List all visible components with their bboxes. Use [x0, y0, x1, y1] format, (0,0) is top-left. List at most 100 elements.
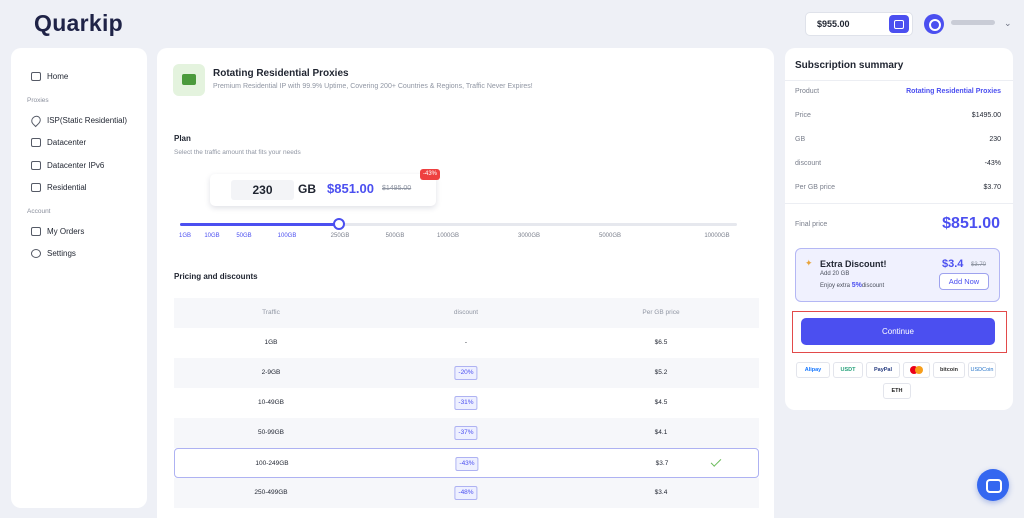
plan-subheading: Select the traffic amount that fits your… — [174, 149, 301, 156]
discount-cell: -43% — [455, 449, 479, 479]
extra-discount-line2: Enjoy extra 5%discount — [820, 282, 885, 289]
discount-cell: -20% — [454, 358, 478, 388]
alipay-logo: Alipay — [796, 362, 830, 378]
chevron-down-icon[interactable]: ⌄ — [1004, 18, 1012, 29]
monitor-icon — [31, 161, 41, 170]
chat-support-icon[interactable] — [977, 469, 1009, 501]
per-gb-price-cell: $5.2 — [654, 369, 668, 376]
table-row[interactable]: 250-499GB -48% $3.4 — [174, 478, 759, 508]
extra-discount-title: Extra Discount! — [820, 259, 887, 269]
col-traffic: Traffic — [262, 309, 280, 316]
slider-tick-label[interactable]: 10GB — [204, 233, 219, 239]
slider-tick-label[interactable]: 5000GB — [599, 233, 621, 239]
summary-per-gb: Per GB price $3.70 — [795, 184, 1001, 191]
discount-cell: -37% — [454, 418, 478, 448]
traffic-cell: 2-9GB — [261, 369, 281, 376]
add-now-button[interactable]: Add Now — [939, 273, 989, 290]
col-discount: discount — [453, 309, 479, 316]
paypal-logo: PayPal — [866, 362, 900, 378]
slider-tick-label[interactable]: 100GB — [278, 233, 297, 239]
slider-tick-label[interactable]: 10000GB — [704, 233, 729, 239]
slider-tick-label[interactable]: 1000GB — [437, 233, 459, 239]
summary-price: Price $1495.00 — [795, 112, 1001, 119]
gb-amount-input[interactable]: 230 — [231, 180, 294, 200]
slider-tick-label[interactable]: 1GB — [179, 233, 191, 239]
extra-discount-old-price: $3.70 — [971, 262, 987, 268]
mastercard-logo — [903, 362, 930, 378]
location-pin-icon — [29, 113, 43, 128]
extra-discount-price: $3.4 — [942, 258, 964, 270]
table-row[interactable]: 2-9GB -20% $5.2 — [174, 358, 759, 388]
plan-heading: Plan — [174, 134, 191, 143]
col-price: Per GB price — [642, 309, 680, 316]
sidebar-item-datacenter-ipv6[interactable]: Datacenter IPv6 — [31, 161, 104, 170]
gear-icon — [31, 249, 41, 258]
pricing-heading: Pricing and discounts — [174, 272, 258, 281]
table-row[interactable]: 10-49GB -31% $4.5 — [174, 388, 759, 418]
per-gb-price-cell: $3.7 — [655, 460, 669, 467]
page-subtitle: Premium Residential IP with 99.9% Uptime… — [213, 83, 533, 90]
plan-old-price: $1495.00 — [382, 185, 412, 192]
eth-logo: ETH — [883, 383, 911, 399]
traffic-slider-fill — [180, 223, 339, 226]
home-icon — [31, 72, 41, 81]
final-price-label: Final price — [795, 221, 828, 228]
username-blurred[interactable] — [951, 20, 995, 25]
party-icon: ✦ — [805, 258, 813, 268]
discount-tag: -48% — [454, 486, 478, 500]
slider-tick-label[interactable]: 250GB — [331, 233, 350, 239]
traffic-cell: 50-99GB — [257, 429, 285, 436]
extra-discount-line1: Add 20 GB — [820, 271, 850, 277]
final-price-value: $851.00 — [942, 215, 1000, 232]
traffic-cell: 10-49GB — [257, 399, 285, 406]
gb-unit: GB — [298, 182, 316, 196]
discount-cell: -48% — [454, 478, 478, 508]
server-icon — [31, 138, 41, 147]
subscription-summary: Subscription summary Product Rotating Res… — [785, 48, 1013, 410]
summary-gb: GB 230 — [795, 136, 1001, 143]
pricing-table: Traffic discount Per GB price 1GB - $6.5 2-… — [174, 298, 759, 508]
continue-button[interactable]: Continue — [801, 318, 995, 345]
check-icon — [710, 456, 722, 467]
sidebar-item-orders[interactable]: My Orders — [31, 227, 84, 236]
traffic-cell: 1GB — [264, 339, 278, 346]
sidebar-item-residential[interactable]: Residential — [31, 183, 87, 192]
plan-price: $851.00 — [327, 181, 374, 196]
quarkip-logo[interactable]: Quarkip — [34, 10, 123, 37]
summary-product: Product Rotating Residential Proxies — [795, 88, 1001, 95]
traffic-slider-handle[interactable] — [333, 218, 345, 230]
sidebar-item-settings[interactable]: Settings — [31, 249, 76, 258]
slider-tick-label[interactable]: 50GB — [236, 233, 251, 239]
summary-title: Subscription summary — [795, 60, 904, 71]
wallet-icon[interactable] — [889, 15, 909, 33]
main-panel: Rotating Residential Proxies Premium Res… — [157, 48, 774, 518]
per-gb-price-cell: $4.1 — [654, 429, 668, 436]
discount-cell: -31% — [454, 388, 478, 418]
sidebar-item-isp[interactable]: ISP(Static Residential) — [29, 113, 127, 128]
traffic-slider-track[interactable] — [180, 223, 737, 226]
traffic-cell: 250-499GB — [254, 489, 288, 496]
sidebar-item-datacenter[interactable]: Datacenter — [31, 138, 86, 147]
plan-selection-card: 230 GB $851.00 $1495.00 — [210, 174, 436, 206]
bitcoin-logo: bitcoin — [933, 362, 965, 378]
table-row[interactable]: 1GB - $6.5 — [174, 328, 759, 358]
continue-highlight: Continue — [792, 311, 1007, 353]
extra-discount-card: ✦ Extra Discount! Add 20 GB Enjoy extra … — [795, 248, 1000, 302]
sidebar-section-account: Account — [27, 208, 51, 215]
per-gb-price-cell: $6.5 — [654, 339, 668, 346]
per-gb-price-cell: $3.4 — [654, 489, 668, 496]
slider-tick-label[interactable]: 500GB — [386, 233, 405, 239]
slider-tick-label[interactable]: 3000GB — [518, 233, 540, 239]
discount-tag: -43% — [455, 457, 479, 471]
sidebar: Home Proxies ISP(Static Residential) Dat… — [11, 48, 147, 508]
avatar[interactable] — [924, 14, 944, 34]
discount-tag: -20% — [454, 366, 478, 380]
residential-icon — [31, 183, 41, 192]
divider — [785, 80, 1013, 81]
usdcoin-logo: USDCoin — [968, 362, 996, 378]
discount-cell: - — [464, 339, 468, 346]
table-row[interactable]: 50-99GB -37% $4.1 — [174, 418, 759, 448]
balance-display: $955.00 — [805, 12, 913, 36]
table-row[interactable]: 100-249GB -43% $3.7 — [174, 448, 759, 478]
sidebar-item-home[interactable]: Home — [31, 72, 68, 81]
